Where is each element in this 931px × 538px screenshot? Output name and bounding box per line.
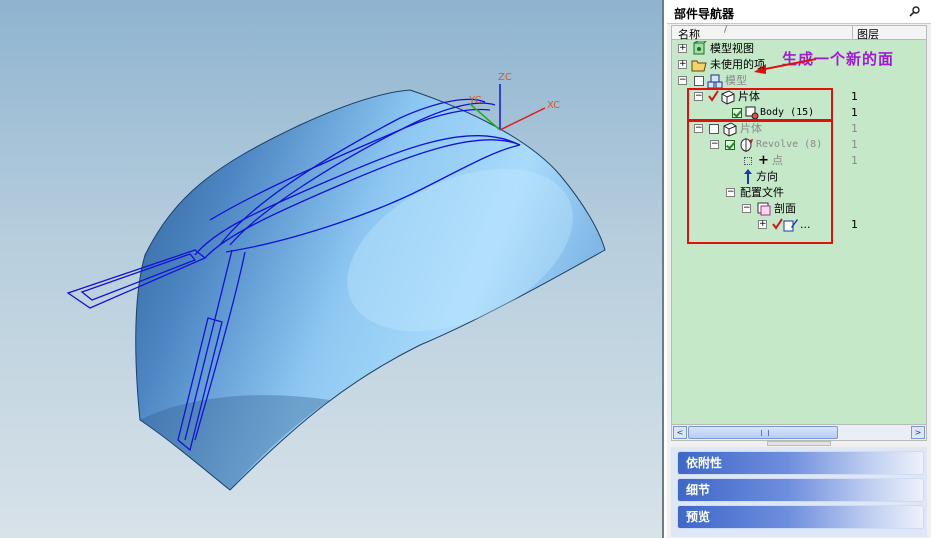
tree-item-model[interactable]: − 模型 xyxy=(672,73,928,89)
layer-value: 1 xyxy=(851,138,858,151)
model-icon xyxy=(707,74,723,89)
details-panel-header[interactable]: 细节 xyxy=(677,478,924,502)
highlight-box-new-face xyxy=(687,88,833,121)
layer-value: 1 xyxy=(851,154,858,167)
layer-value: 1 xyxy=(851,90,858,103)
model-canvas[interactable]: ZC YC XC xyxy=(0,0,664,538)
detail-panels: 依附性 细节 预览 xyxy=(671,447,927,537)
collapse-icon[interactable]: − xyxy=(678,76,687,85)
layer-value: 1 xyxy=(851,122,858,135)
dependencies-panel-header[interactable]: 依附性 xyxy=(677,451,924,475)
graphics-viewport[interactable]: ZC YC XC xyxy=(0,0,664,538)
navigator-tree[interactable]: 生成一个新的面 + 模型视图 + 未使用的项 − 模型 − 片体 1 Body … xyxy=(671,40,927,424)
navigator-title: 部件导航器 xyxy=(667,0,931,24)
visibility-checkbox[interactable] xyxy=(694,76,704,86)
part-navigator: 部件导航器 名称 / 图层 生成一个新的面 + 模型视图 + 未使用的项 − 模… xyxy=(666,0,931,538)
scroll-left-button[interactable]: < xyxy=(673,426,687,439)
expand-icon[interactable]: + xyxy=(678,44,687,53)
horizontal-scrollbar[interactable]: < > xyxy=(671,424,927,441)
model-views-icon xyxy=(693,41,707,55)
layer-value: 1 xyxy=(851,106,858,119)
scroll-right-button[interactable]: > xyxy=(911,426,925,439)
axis-label-zc: ZC xyxy=(498,72,512,83)
axis-label-yc: YC xyxy=(468,95,482,106)
folder-icon xyxy=(691,60,707,72)
scroll-thumb[interactable] xyxy=(688,426,838,439)
axis-label-xc: XC xyxy=(547,100,560,111)
tree-item-label: 未使用的项 xyxy=(710,58,765,71)
sort-indicator: / xyxy=(724,25,728,35)
tree-item-model-views[interactable]: + 模型视图 xyxy=(672,41,928,57)
tree-item-label: 模型 xyxy=(725,74,747,87)
preview-panel-header[interactable]: 预览 xyxy=(677,505,924,529)
expand-icon[interactable]: + xyxy=(678,60,687,69)
highlight-box-original xyxy=(687,120,833,244)
tree-item-label: 模型视图 xyxy=(710,42,754,55)
layer-value: 1 xyxy=(851,218,858,231)
pin-icon[interactable] xyxy=(909,5,921,17)
panel-splitter[interactable] xyxy=(767,441,831,446)
tree-item-unused-items[interactable]: + 未使用的项 xyxy=(672,57,928,73)
column-headers: 名称 / 图层 xyxy=(671,25,927,41)
